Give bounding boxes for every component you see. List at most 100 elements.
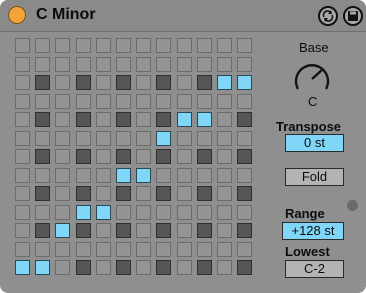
grid-cell[interactable] (116, 57, 131, 72)
grid-cell[interactable] (197, 38, 212, 53)
grid-cell[interactable] (156, 168, 171, 183)
base-knob[interactable] (290, 55, 334, 95)
grid-cell[interactable] (15, 205, 30, 220)
grid-cell[interactable] (156, 186, 171, 201)
grid-cell[interactable] (197, 260, 212, 275)
grid-cell[interactable] (237, 260, 252, 275)
grid-cell[interactable] (76, 205, 91, 220)
grid-cell[interactable] (156, 57, 171, 72)
grid-cell[interactable] (76, 242, 91, 257)
grid-cell[interactable] (35, 168, 50, 183)
grid-cell[interactable] (76, 223, 91, 238)
grid-cell[interactable] (55, 260, 70, 275)
grid-cell[interactable] (15, 94, 30, 109)
grid-cell[interactable] (197, 242, 212, 257)
grid-cell[interactable] (237, 205, 252, 220)
grid-cell[interactable] (136, 75, 151, 90)
grid-cell[interactable] (197, 75, 212, 90)
grid-cell[interactable] (156, 149, 171, 164)
grid-cell[interactable] (116, 223, 131, 238)
grid-cell[interactable] (237, 149, 252, 164)
hot-swap-icon[interactable] (318, 6, 338, 26)
grid-cell[interactable] (197, 131, 212, 146)
grid-cell[interactable] (96, 205, 111, 220)
grid-cell[interactable] (96, 168, 111, 183)
grid-cell[interactable] (116, 75, 131, 90)
grid-cell[interactable] (136, 242, 151, 257)
grid-cell[interactable] (136, 112, 151, 127)
grid-cell[interactable] (76, 149, 91, 164)
grid-cell[interactable] (96, 223, 111, 238)
grid-cell[interactable] (55, 186, 70, 201)
grid-cell[interactable] (217, 186, 232, 201)
grid-cell[interactable] (76, 131, 91, 146)
grid-cell[interactable] (156, 242, 171, 257)
grid-cell[interactable] (156, 260, 171, 275)
grid-cell[interactable] (76, 168, 91, 183)
grid-cell[interactable] (177, 94, 192, 109)
grid-cell[interactable] (136, 186, 151, 201)
grid-cell[interactable] (136, 57, 151, 72)
fold-button[interactable]: Fold (285, 168, 344, 186)
grid-cell[interactable] (15, 223, 30, 238)
grid-cell[interactable] (15, 131, 30, 146)
grid-cell[interactable] (116, 205, 131, 220)
grid-cell[interactable] (55, 112, 70, 127)
grid-cell[interactable] (35, 112, 50, 127)
grid-cell[interactable] (197, 186, 212, 201)
grid-cell[interactable] (76, 260, 91, 275)
grid-cell[interactable] (35, 205, 50, 220)
grid-cell[interactable] (15, 149, 30, 164)
grid-cell[interactable] (76, 75, 91, 90)
grid-cell[interactable] (217, 242, 232, 257)
grid-cell[interactable] (217, 205, 232, 220)
power-icon[interactable] (8, 6, 26, 24)
grid-cell[interactable] (237, 168, 252, 183)
grid-cell[interactable] (217, 260, 232, 275)
grid-cell[interactable] (116, 186, 131, 201)
grid-cell[interactable] (15, 242, 30, 257)
grid-cell[interactable] (76, 112, 91, 127)
grid-cell[interactable] (55, 75, 70, 90)
grid-cell[interactable] (217, 168, 232, 183)
grid-cell[interactable] (96, 57, 111, 72)
transpose-field[interactable]: 0 st (285, 134, 344, 152)
grid-cell[interactable] (237, 94, 252, 109)
grid-cell[interactable] (15, 57, 30, 72)
grid-cell[interactable] (136, 149, 151, 164)
grid-cell[interactable] (116, 94, 131, 109)
grid-cell[interactable] (217, 149, 232, 164)
grid-cell[interactable] (96, 149, 111, 164)
grid-cell[interactable] (55, 168, 70, 183)
grid-cell[interactable] (136, 38, 151, 53)
grid-cell[interactable] (177, 223, 192, 238)
grid-cell[interactable] (177, 242, 192, 257)
grid-cell[interactable] (237, 223, 252, 238)
grid-cell[interactable] (96, 94, 111, 109)
grid-cell[interactable] (237, 57, 252, 72)
grid-cell[interactable] (156, 223, 171, 238)
grid-cell[interactable] (217, 75, 232, 90)
grid-cell[interactable] (197, 168, 212, 183)
grid-cell[interactable] (136, 131, 151, 146)
grid-cell[interactable] (116, 131, 131, 146)
grid-cell[interactable] (177, 38, 192, 53)
grid-cell[interactable] (35, 260, 50, 275)
grid-cell[interactable] (35, 94, 50, 109)
range-field[interactable]: +128 st (282, 222, 344, 240)
grid-cell[interactable] (237, 38, 252, 53)
grid-cell[interactable] (177, 149, 192, 164)
grid-cell[interactable] (96, 131, 111, 146)
grid-cell[interactable] (35, 223, 50, 238)
grid-cell[interactable] (177, 205, 192, 220)
grid-cell[interactable] (116, 38, 131, 53)
grid-cell[interactable] (156, 94, 171, 109)
grid-cell[interactable] (15, 112, 30, 127)
grid-cell[interactable] (35, 131, 50, 146)
grid-cell[interactable] (237, 131, 252, 146)
grid-cell[interactable] (55, 57, 70, 72)
grid-cell[interactable] (96, 260, 111, 275)
grid-cell[interactable] (116, 112, 131, 127)
grid-cell[interactable] (156, 131, 171, 146)
grid-cell[interactable] (55, 131, 70, 146)
